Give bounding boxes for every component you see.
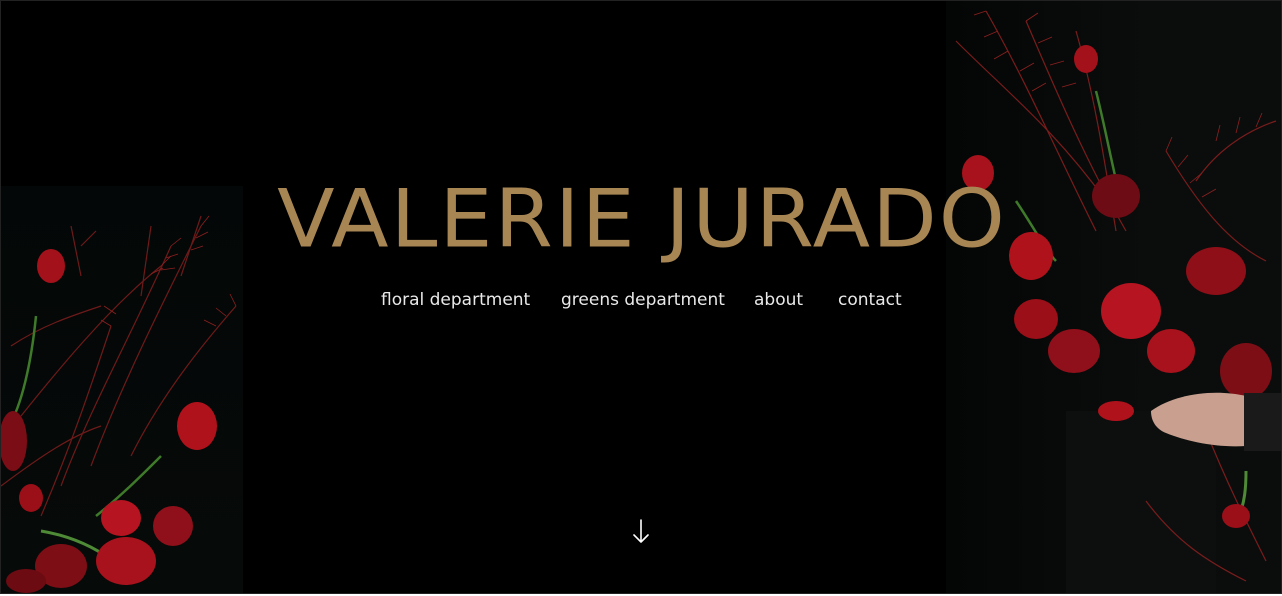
main-nav: floral department greens department abou… (1, 287, 1281, 313)
nav-floral-department[interactable]: floral department (381, 287, 530, 313)
brand-logo[interactable]: VALERIE JURADO (1, 172, 1281, 267)
arrow-down-icon[interactable] (629, 517, 653, 547)
hero-section: VALERIE JURADO floral department greens … (0, 0, 1282, 594)
nav-greens-department[interactable]: greens department (561, 287, 725, 313)
nav-contact[interactable]: contact (838, 287, 902, 313)
nav-about[interactable]: about (754, 287, 803, 313)
